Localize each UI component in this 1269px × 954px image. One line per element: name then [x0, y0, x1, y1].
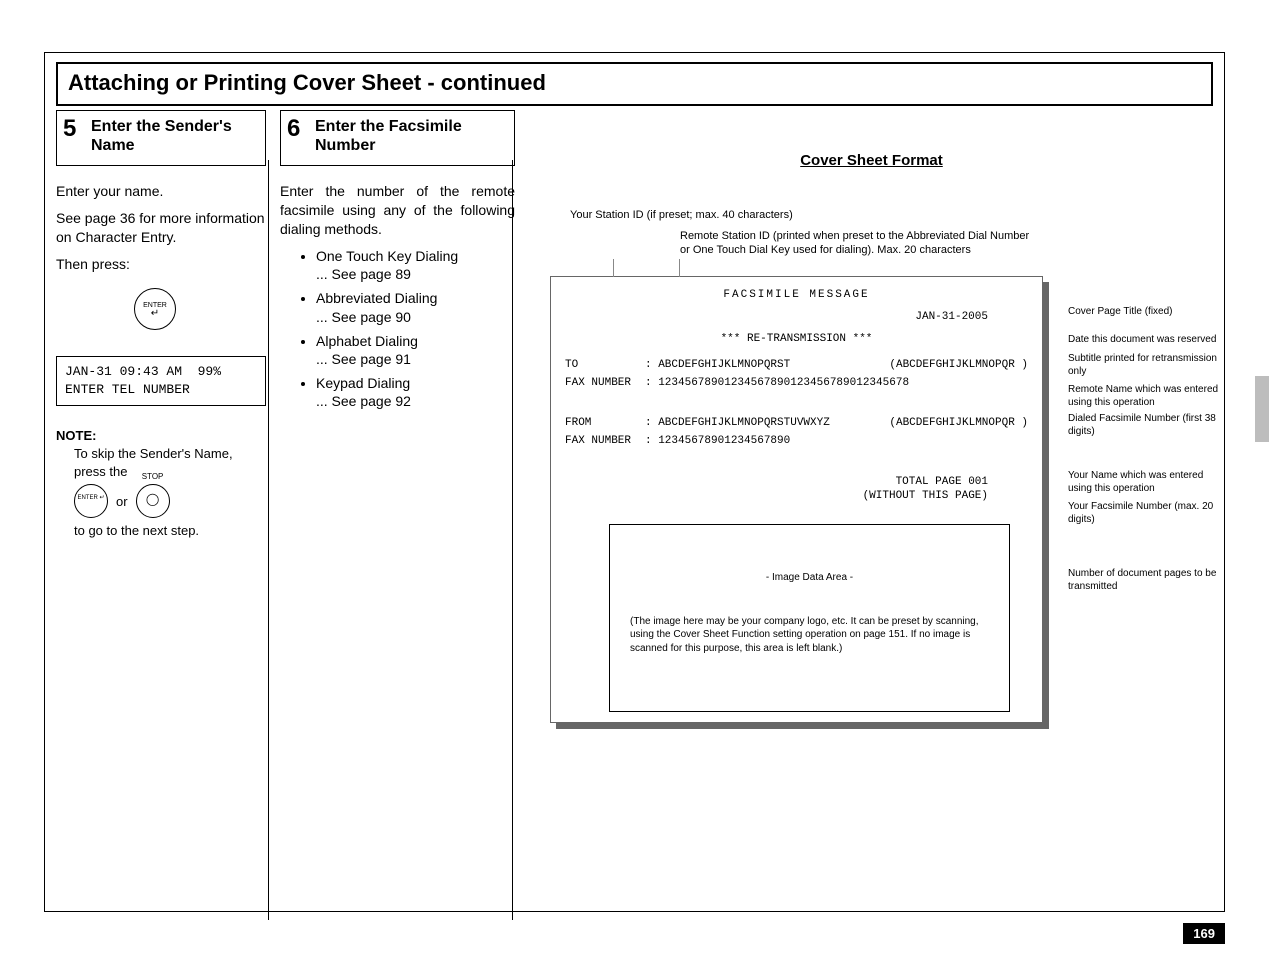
callout-your-fax: Your Facsimile Number (max. 20 digits)	[1068, 501, 1228, 526]
fax-cover-sheet: FACSIMILE MESSAGE JAN-31-2005 *** RE-TRA…	[550, 276, 1043, 724]
fax-title: FACSIMILE MESSAGE	[565, 289, 1028, 301]
note-heading: NOTE:	[56, 428, 266, 443]
callouts-column: Cover Page Title (fixed) Date this docum…	[1068, 306, 1228, 593]
callout-remote-name: Remote Name which was entered using this…	[1068, 384, 1228, 409]
fax-to-label: TO	[565, 359, 645, 371]
fax-number-value-1: : 12345678901234567890123456789012345678	[645, 377, 909, 389]
image-area-title: - Image Data Area -	[630, 571, 989, 585]
dial-item-ref: ... See page 92	[316, 393, 411, 409]
fax-from-paren: (ABCDEFGHIJKLMNOPQR )	[889, 417, 1028, 429]
fax-number-label-2: FAX NUMBER	[565, 435, 645, 447]
callout-subtitle: Subtitle printed for retransmission only	[1068, 353, 1228, 378]
fax-subtitle: *** RE-TRANSMISSION ***	[565, 333, 1028, 345]
page-number: 169	[1183, 923, 1225, 944]
dial-item-ref: ... See page 91	[316, 351, 411, 367]
fax-total-block: TOTAL PAGE 001 (WITHOUT THIS PAGE)	[565, 475, 1028, 505]
lcd-line-1: JAN-31 09:43 AM 99%	[65, 364, 221, 379]
fax-to-paren: (ABCDEFGHIJKLMNOPQR )	[889, 359, 1028, 371]
callout-total-pages: Number of document pages to be transmitt…	[1068, 568, 1228, 593]
image-data-area: - Image Data Area - (The image here may …	[609, 524, 1010, 712]
dial-item-ref: ... See page 90	[316, 309, 411, 325]
dial-item-ref: ... See page 89	[316, 266, 411, 282]
fax-to-value: : ABCDEFGHIJKLMNOPQRST	[645, 359, 790, 371]
list-item: Keypad Dialing ... See page 92	[316, 374, 515, 410]
enter-small-label: ENTER	[77, 495, 97, 501]
step-5-p2: See page 36 for more information on Char…	[56, 209, 266, 247]
stop-button-label: STOP	[137, 473, 169, 481]
enter-button-icon: ENTER ↵	[134, 288, 176, 330]
remote-id-note: Remote Station ID (printed when preset t…	[680, 229, 1040, 258]
dial-item-name: Alphabet Dialing	[316, 333, 418, 349]
step-5-title: Enter the Sender's Name	[91, 117, 257, 155]
section-edge-tab	[1255, 376, 1269, 442]
dial-item-name: Keypad Dialing	[316, 375, 410, 391]
fax-number-value-2: : 12345678901234567890	[645, 435, 790, 447]
callout-dialed-fax: Dialed Facsimile Number (first 38 digits…	[1068, 413, 1228, 438]
image-area-text: (The image here may be your company logo…	[630, 615, 989, 656]
fax-number-to-row: FAX NUMBER : 123456789012345678901234567…	[565, 377, 1028, 389]
fax-from-value: : ABCDEFGHIJKLMNOPQRSTUVWXYZ	[645, 417, 830, 429]
lcd-line-2: ENTER TEL NUMBER	[65, 382, 190, 397]
enter-arrow-icon: ↵	[135, 309, 175, 319]
step-5-p1: Enter your name.	[56, 182, 266, 201]
step-5-p3: Then press:	[56, 255, 266, 274]
fax-from-label: FROM	[565, 417, 645, 429]
fax-number-label-1: FAX NUMBER	[565, 377, 645, 389]
column-divider-1	[268, 160, 269, 920]
fax-sheet-content: FACSIMILE MESSAGE JAN-31-2005 *** RE-TRA…	[550, 276, 1043, 724]
step-5-box: 5 Enter the Sender's Name	[56, 110, 266, 166]
measure-line-2-icon	[679, 259, 680, 277]
stop-button-icon: STOP ◯	[136, 484, 170, 518]
fax-total-line1: TOTAL PAGE 001	[565, 475, 988, 490]
or-text: or	[116, 494, 128, 509]
fax-number-from-row: FAX NUMBER : 12345678901234567890	[565, 435, 1028, 447]
step-6-p1: Enter the number of the remote facsimile…	[280, 182, 515, 239]
fax-date: JAN-31-2005	[565, 311, 1028, 323]
measure-line-1-icon	[613, 259, 614, 277]
dial-item-name: One Touch Key Dialing	[316, 248, 458, 264]
fax-from-row: FROM : ABCDEFGHIJKLMNOPQRSTUVWXYZ (ABCDE…	[565, 417, 1028, 429]
fax-to-row: TO : ABCDEFGHIJKLMNOPQRST (ABCDEFGHIJKLM…	[565, 359, 1028, 371]
list-item: Alphabet Dialing ... See page 91	[316, 332, 515, 368]
note-body-1: To skip the Sender's Name, press the	[74, 445, 266, 480]
callout-date: Date this document was reserved	[1068, 334, 1228, 347]
dial-item-name: Abbreviated Dialing	[316, 290, 437, 306]
note-buttons-row: ENTER ↵ or STOP ◯	[74, 484, 266, 518]
list-item: Abbreviated Dialing ... See page 90	[316, 289, 515, 325]
step-6-box: 6 Enter the Facsimile Number	[280, 110, 515, 166]
callout-your-name: Your Name which was entered using this o…	[1068, 470, 1228, 495]
step-5-column: 5 Enter the Sender's Name Enter your nam…	[56, 110, 266, 540]
enter-small-arrow-icon: ↵	[99, 495, 104, 501]
list-item: One Touch Key Dialing ... See page 89	[316, 247, 515, 283]
step-6-title: Enter the Facsimile Number	[315, 117, 506, 155]
lcd-display: JAN-31 09:43 AM 99% ENTER TEL NUMBER	[56, 356, 266, 406]
step-6-column: 6 Enter the Facsimile Number Enter the n…	[280, 110, 515, 417]
section-header: Attaching or Printing Cover Sheet - cont…	[56, 62, 1213, 106]
dialing-methods-list: One Touch Key Dialing ... See page 89 Abb…	[316, 247, 515, 411]
callout-cover-title: Cover Page Title (fixed)	[1068, 306, 1228, 319]
step-5-number: 5	[63, 115, 76, 143]
note-body-2: to go to the next step.	[74, 522, 266, 540]
step-6-number: 6	[287, 115, 300, 143]
station-id-note: Your Station ID (if preset; max. 40 char…	[570, 209, 1213, 221]
cover-sheet-format-title: Cover Sheet Format	[530, 152, 1213, 169]
enter-button-small-icon: ENTER ↵	[74, 484, 108, 518]
stop-glyph-icon: ◯	[137, 493, 169, 505]
fax-total-line2: (WITHOUT THIS PAGE)	[565, 489, 988, 504]
